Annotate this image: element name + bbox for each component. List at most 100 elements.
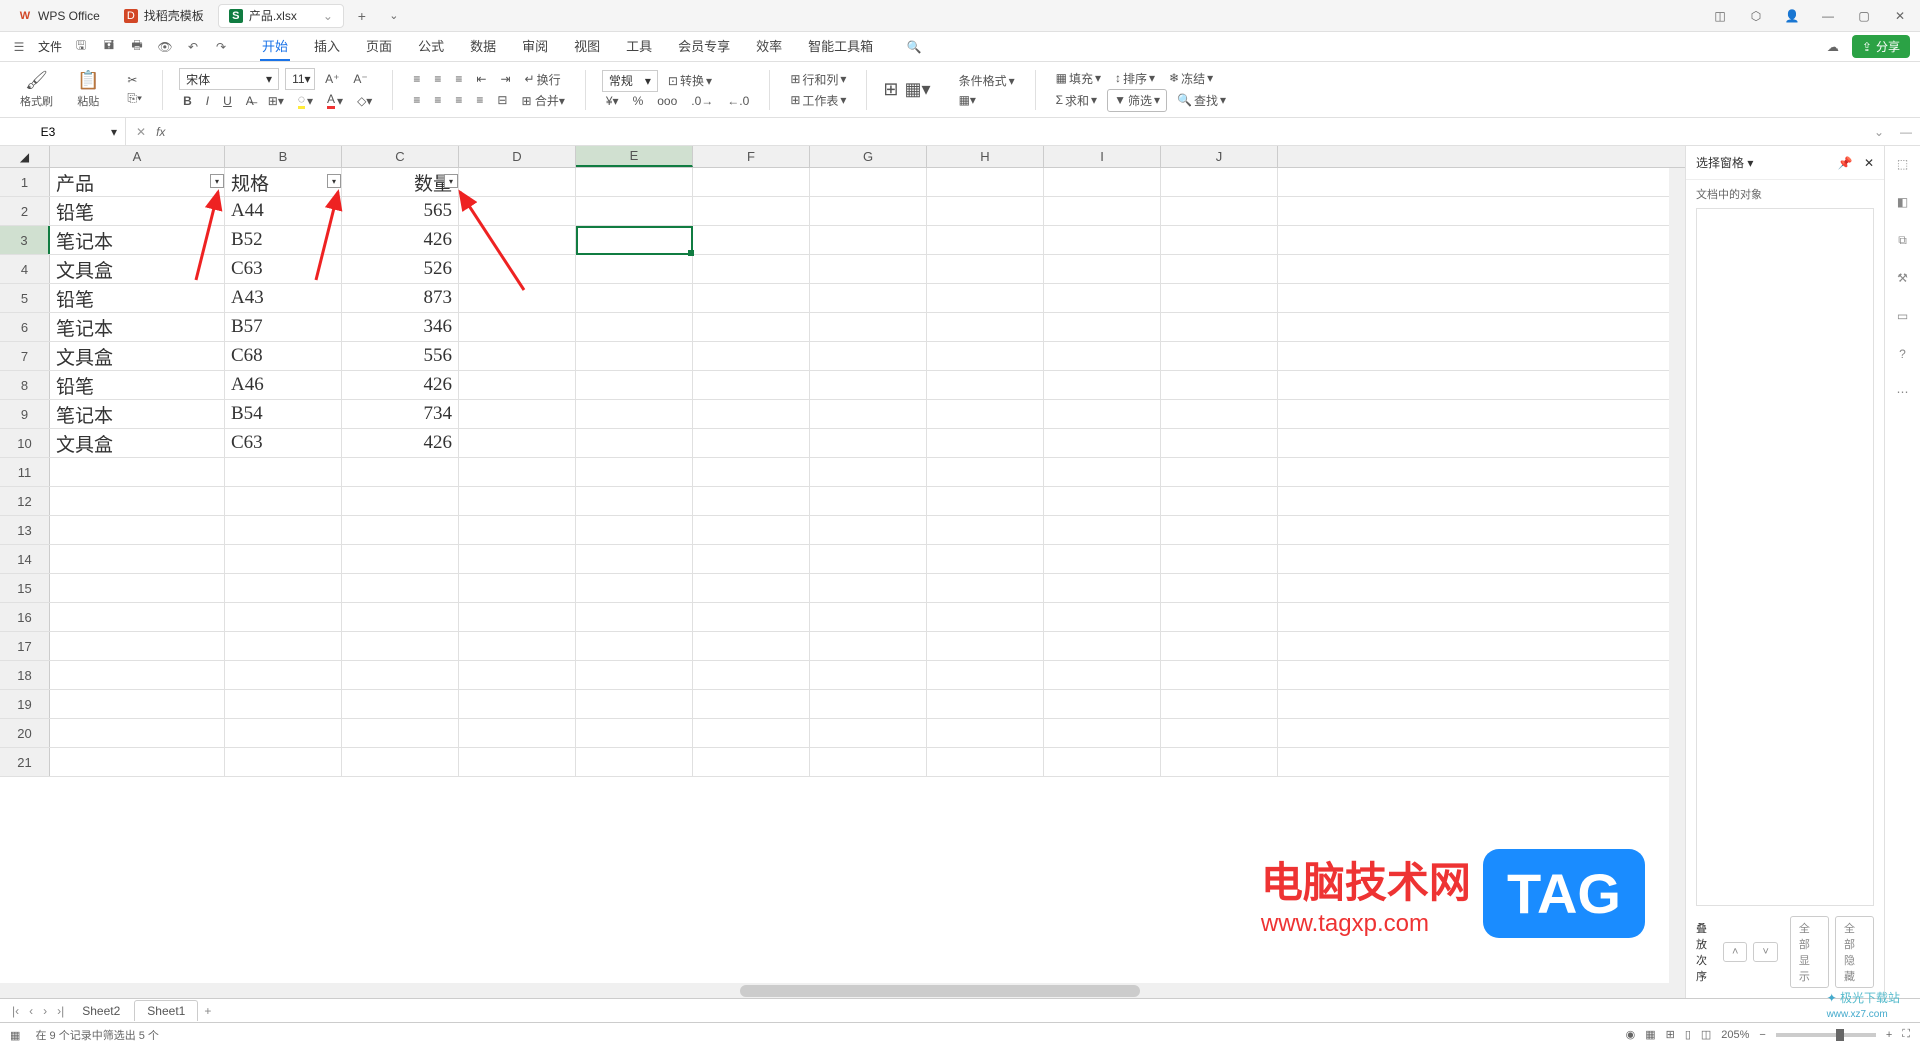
cell-B2[interactable]: A44: [225, 197, 342, 225]
cell-I2[interactable]: [1044, 197, 1161, 225]
cell-H16[interactable]: [927, 603, 1044, 631]
cell-D5[interactable]: [459, 284, 576, 312]
row-header-15[interactable]: 15: [0, 574, 50, 602]
cell-A14[interactable]: [50, 545, 225, 573]
cell-C8[interactable]: 426: [342, 371, 459, 399]
cell-J1[interactable]: [1161, 168, 1278, 196]
sheet-tab-sheet2[interactable]: Sheet2: [70, 1001, 132, 1021]
cell-B19[interactable]: [225, 690, 342, 718]
minimize-button[interactable]: —: [1816, 4, 1840, 28]
cell-G21[interactable]: [810, 748, 927, 776]
cell-I12[interactable]: [1044, 487, 1161, 515]
cell-E17[interactable]: [576, 632, 693, 660]
cell-J16[interactable]: [1161, 603, 1278, 631]
cell-C21[interactable]: [342, 748, 459, 776]
panel-object-list[interactable]: [1696, 208, 1874, 906]
cell-B1[interactable]: 规格: [225, 168, 342, 196]
cell-F12[interactable]: [693, 487, 810, 515]
cell-G5[interactable]: [810, 284, 927, 312]
cell-D9[interactable]: [459, 400, 576, 428]
horizontal-scrollbar[interactable]: [0, 983, 1669, 998]
share-button[interactable]: ⇪ 分享: [1852, 35, 1910, 58]
cell-A9[interactable]: 笔记本: [50, 400, 225, 428]
file-tab[interactable]: S 产品.xlsx ⌄: [218, 4, 344, 28]
increase-font-button[interactable]: A⁺: [321, 70, 343, 88]
cell-J9[interactable]: [1161, 400, 1278, 428]
ribbon-tab-5[interactable]: 审阅: [520, 32, 550, 61]
cell-D1[interactable]: [459, 168, 576, 196]
column-header-H[interactable]: H: [927, 146, 1044, 167]
cell-E2[interactable]: [576, 197, 693, 225]
cell-B8[interactable]: A46: [225, 371, 342, 399]
cell-F19[interactable]: [693, 690, 810, 718]
print-icon[interactable]: 🖶: [128, 38, 146, 56]
cell-C3[interactable]: 426: [342, 226, 459, 254]
cancel-formula-icon[interactable]: ✕: [136, 125, 146, 139]
panel-close-icon[interactable]: ✕: [1864, 156, 1874, 170]
cell-G18[interactable]: [810, 661, 927, 689]
cell-G1[interactable]: [810, 168, 927, 196]
cell-G3[interactable]: [810, 226, 927, 254]
cell-D11[interactable]: [459, 458, 576, 486]
cell-C6[interactable]: 346: [342, 313, 459, 341]
cell-E1[interactable]: [576, 168, 693, 196]
fx-label[interactable]: fx: [156, 125, 165, 139]
namebox-dropdown-icon[interactable]: ▾: [111, 125, 117, 139]
cell-G7[interactable]: [810, 342, 927, 370]
cell-D15[interactable]: [459, 574, 576, 602]
merge-button1[interactable]: ⊟: [493, 91, 511, 109]
cell-A13[interactable]: [50, 516, 225, 544]
cell-H19[interactable]: [927, 690, 1044, 718]
cell-J2[interactable]: [1161, 197, 1278, 225]
cell-E6[interactable]: [576, 313, 693, 341]
font-size-select[interactable]: 11▾: [285, 68, 315, 90]
style-icon[interactable]: ◧: [1893, 192, 1913, 212]
cell-E14[interactable]: [576, 545, 693, 573]
cell-A20[interactable]: [50, 719, 225, 747]
cell-F18[interactable]: [693, 661, 810, 689]
align-left-button[interactable]: ≡: [409, 91, 424, 109]
sheet-last-button[interactable]: ›|: [53, 1004, 68, 1018]
redo-icon[interactable]: ↷: [212, 38, 230, 56]
cell-B10[interactable]: C63: [225, 429, 342, 457]
cell-H9[interactable]: [927, 400, 1044, 428]
cell-A1[interactable]: 产品: [50, 168, 225, 196]
cell-B4[interactable]: C63: [225, 255, 342, 283]
cell-F7[interactable]: [693, 342, 810, 370]
cell-J10[interactable]: [1161, 429, 1278, 457]
cell-I17[interactable]: [1044, 632, 1161, 660]
new-tab-button[interactable]: +: [348, 4, 376, 28]
wrap-button[interactable]: ↵ 换行: [521, 69, 565, 90]
search-icon[interactable]: 🔍: [905, 38, 923, 56]
hide-all-button[interactable]: 全部隐藏: [1835, 916, 1874, 988]
italic-button[interactable]: I: [202, 92, 213, 110]
cell-F16[interactable]: [693, 603, 810, 631]
cell-G11[interactable]: [810, 458, 927, 486]
cell-D8[interactable]: [459, 371, 576, 399]
cell-D4[interactable]: [459, 255, 576, 283]
clear-format-button[interactable]: ◇▾: [353, 92, 376, 110]
filter-dropdown-b[interactable]: ▾: [327, 174, 341, 188]
cell-I9[interactable]: [1044, 400, 1161, 428]
cell-A4[interactable]: 文具盒: [50, 255, 225, 283]
cell-F21[interactable]: [693, 748, 810, 776]
vertical-scrollbar[interactable]: [1669, 168, 1685, 998]
cell-E20[interactable]: [576, 719, 693, 747]
cell-J8[interactable]: [1161, 371, 1278, 399]
row-header-17[interactable]: 17: [0, 632, 50, 660]
cell-F10[interactable]: [693, 429, 810, 457]
cell-F13[interactable]: [693, 516, 810, 544]
ribbon-tab-2[interactable]: 页面: [364, 32, 394, 61]
cell-A12[interactable]: [50, 487, 225, 515]
cell-B15[interactable]: [225, 574, 342, 602]
cell-D14[interactable]: [459, 545, 576, 573]
cell-J15[interactable]: [1161, 574, 1278, 602]
tab-menu-icon[interactable]: ⌄: [323, 9, 333, 23]
move-down-button[interactable]: ˅: [1753, 942, 1777, 962]
cell-I20[interactable]: [1044, 719, 1161, 747]
cell-E5[interactable]: [576, 284, 693, 312]
cell-E18[interactable]: [576, 661, 693, 689]
cell-F5[interactable]: [693, 284, 810, 312]
column-header-A[interactable]: A: [50, 146, 225, 167]
cell-F20[interactable]: [693, 719, 810, 747]
